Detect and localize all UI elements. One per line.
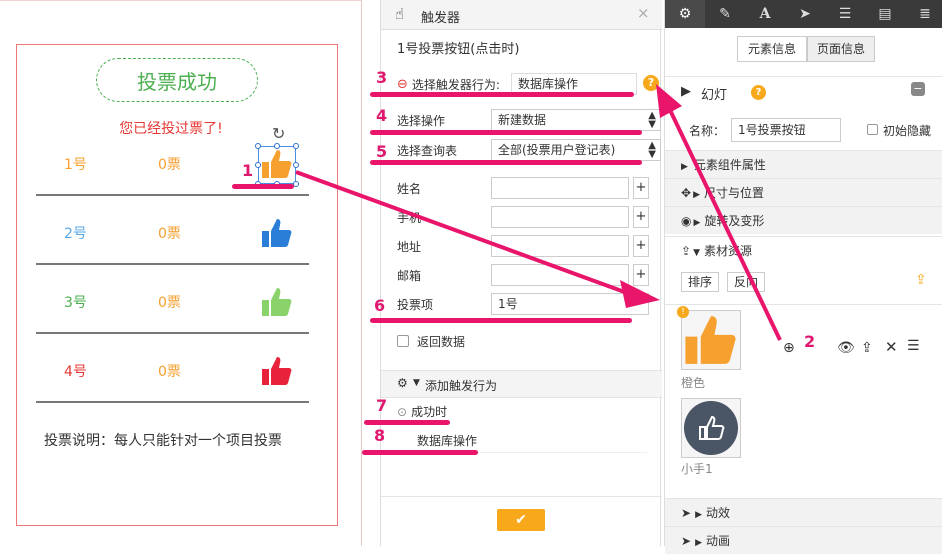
- underline-marker: [370, 160, 642, 165]
- underline-marker: [370, 92, 634, 97]
- arrow-head: [656, 84, 682, 118]
- arrow-head: [620, 280, 660, 308]
- step-marker: 4: [376, 106, 388, 125]
- underline-marker: [370, 130, 642, 135]
- underline-marker: [370, 318, 632, 323]
- underline-marker: [232, 184, 294, 189]
- step-marker: 1: [242, 161, 254, 180]
- step-marker: 7: [376, 396, 388, 415]
- step-marker: 2: [804, 332, 816, 351]
- step-marker: 6: [374, 296, 386, 315]
- step-marker: 3: [376, 68, 388, 87]
- step-marker: 5: [376, 142, 388, 161]
- arrow-line: [668, 109, 782, 341]
- step-marker: 8: [374, 426, 386, 445]
- underline-marker: [364, 420, 450, 425]
- arrow-line: [295, 170, 631, 296]
- underline-marker: [362, 450, 478, 455]
- annotation-arrows: [295, 84, 782, 341]
